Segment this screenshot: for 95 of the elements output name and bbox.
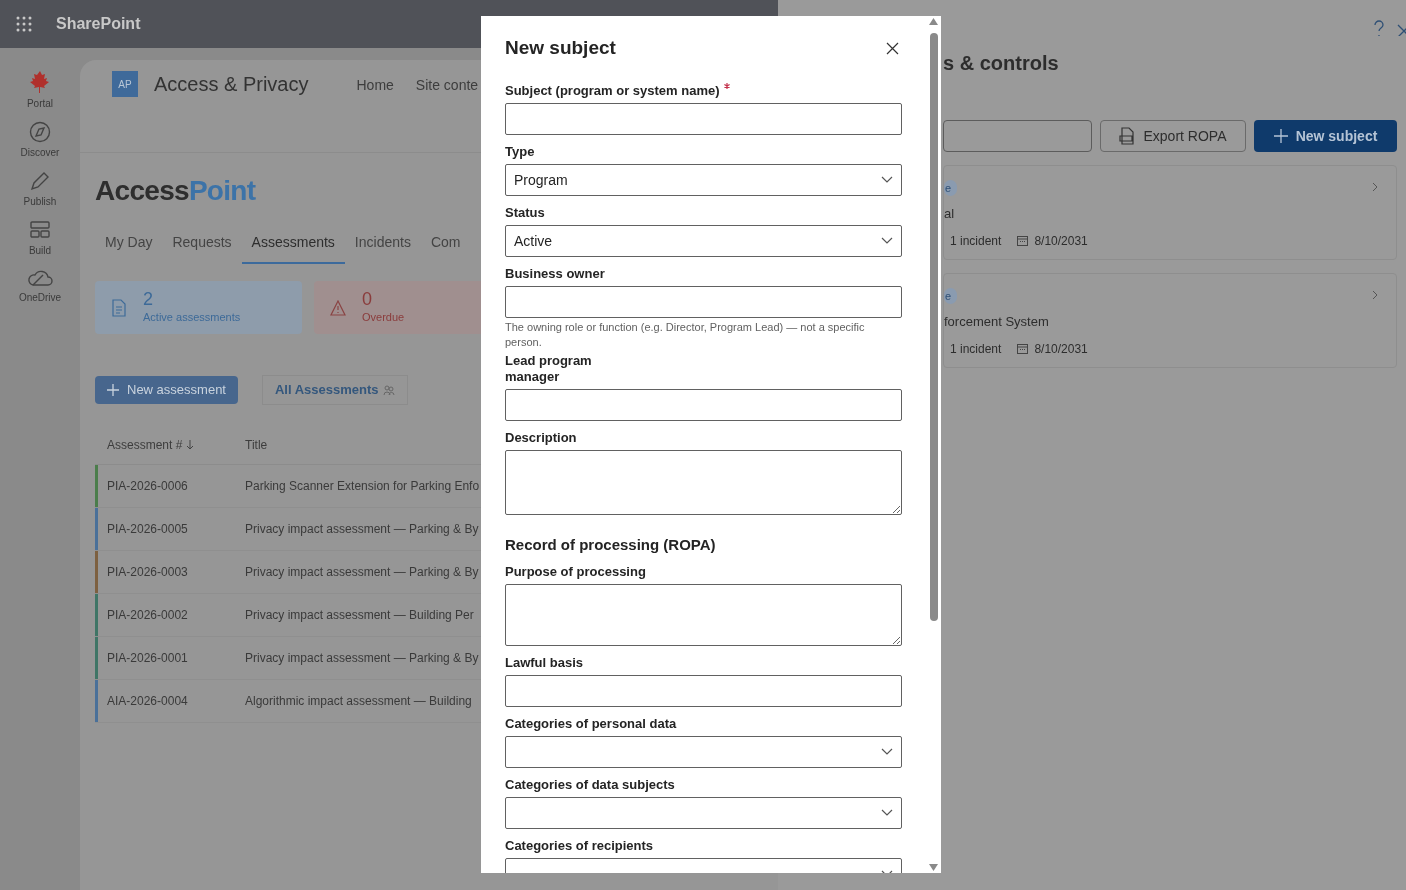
tab[interactable]: Incidents bbox=[344, 232, 421, 264]
incident-count: 1 incident bbox=[950, 233, 1002, 249]
tab[interactable]: Requests bbox=[162, 232, 242, 264]
brand-logo: AccessPoint bbox=[95, 175, 256, 206]
table-cell-text: PIA-2026-0003 bbox=[106, 564, 189, 580]
nav-link[interactable]: Home bbox=[356, 75, 394, 95]
pdf-document-icon bbox=[1119, 127, 1136, 145]
status-badge: e bbox=[944, 180, 958, 196]
new-assessment-button[interactable]: New assessment bbox=[95, 376, 238, 404]
table-cell: Privacy impact assessment — Parking & By bbox=[245, 521, 479, 537]
subject-name: forcement System bbox=[944, 313, 1049, 331]
subject-name: al bbox=[944, 205, 955, 223]
plus-icon bbox=[107, 384, 119, 396]
site-logo: AP bbox=[112, 71, 138, 97]
tab[interactable]: Com bbox=[420, 232, 471, 264]
close-icon[interactable] bbox=[886, 41, 899, 55]
warning-icon bbox=[330, 299, 346, 316]
column-header[interactable]: Assessment # bbox=[95, 436, 245, 453]
nav-link[interactable]: Site conte bbox=[415, 75, 479, 95]
field-label: Business owner bbox=[505, 265, 605, 282]
dropdown[interactable]: Program bbox=[505, 163, 902, 196]
table-cell: Privacy impact assessment — Parking & By bbox=[245, 564, 479, 580]
field-label: Subject (program or system name) bbox=[505, 82, 720, 99]
rail-item[interactable]: Build bbox=[12, 219, 68, 258]
tab[interactable]: Assessments bbox=[241, 232, 345, 264]
column-header[interactable]: Title bbox=[245, 436, 268, 453]
export-button[interactable]: Export ROPA bbox=[1100, 120, 1246, 152]
section-heading: Record of processing (ROPA) bbox=[505, 534, 717, 555]
panel-title: s & controls bbox=[943, 51, 1060, 76]
chevron-right-icon[interactable] bbox=[1372, 290, 1378, 300]
incident-count: 1 incident bbox=[950, 341, 1002, 357]
pen-icon bbox=[29, 170, 51, 192]
scrollbar-thumb[interactable] bbox=[929, 33, 938, 621]
app-launcher-icon[interactable] bbox=[16, 16, 32, 32]
rail-item[interactable]: Portal bbox=[12, 70, 68, 111]
table-cell: Algorithmic impact assessment — Building bbox=[245, 693, 472, 709]
scroll-up-icon[interactable] bbox=[929, 18, 938, 25]
search-field[interactable] bbox=[943, 120, 1092, 152]
calendar-icon bbox=[1017, 344, 1029, 354]
table-cell: Parking Scanner Extension for Parking Enfo bbox=[245, 478, 480, 494]
table-cell: Privacy impact assessment — Building Per bbox=[245, 607, 474, 623]
layout-icon bbox=[29, 219, 51, 241]
table-cell-text: PIA-2026-0006 bbox=[106, 478, 189, 494]
calendar-icon bbox=[1017, 236, 1029, 246]
field-label: Status bbox=[505, 204, 545, 221]
stat-label: Overdue bbox=[362, 310, 405, 326]
plus-icon bbox=[1273, 129, 1288, 143]
chevron-right-icon[interactable] bbox=[1372, 182, 1378, 192]
table-cell-text: PIA-2026-0005 bbox=[106, 521, 189, 537]
field-label: Categories of recipients bbox=[505, 838, 654, 854]
field-label: Lawful basis bbox=[505, 655, 584, 671]
field-label: Lead program manager bbox=[505, 352, 593, 385]
dropdown[interactable] bbox=[505, 736, 902, 768]
people-icon bbox=[382, 384, 395, 396]
help-icon[interactable] bbox=[1373, 20, 1385, 38]
input-field[interactable] bbox=[505, 102, 902, 135]
subject-card[interactable]: e forcement System 1 incident 8/10/2031 bbox=[943, 273, 1397, 368]
date: 8/10/2031 bbox=[1034, 233, 1088, 249]
rail-item[interactable]: Publish bbox=[12, 170, 68, 209]
text-area[interactable] bbox=[505, 584, 902, 646]
field-label: Description bbox=[505, 429, 577, 446]
field-label: Type bbox=[505, 143, 535, 160]
input-field[interactable] bbox=[505, 285, 902, 318]
stat-value: 2 bbox=[143, 289, 154, 310]
field-label: Categories of personal data bbox=[505, 716, 677, 732]
input-field[interactable] bbox=[505, 675, 902, 707]
table-cell-text: AIA-2026-0004 bbox=[106, 693, 189, 709]
cloud-icon bbox=[27, 268, 53, 288]
table-cell-text: PIA-2026-0001 bbox=[106, 650, 189, 666]
dropdown[interactable]: Active bbox=[505, 224, 902, 257]
table-cell-text: PIA-2026-0002 bbox=[106, 607, 189, 623]
tab[interactable]: My Day bbox=[95, 232, 163, 264]
stat-value: 0 bbox=[362, 289, 373, 310]
app-title: SharePoint bbox=[56, 14, 141, 34]
view-selector[interactable]: All Assessments bbox=[262, 375, 408, 405]
sort-down-icon bbox=[186, 439, 195, 450]
rail-item[interactable]: OneDrive bbox=[12, 268, 68, 305]
table-cell: Privacy impact assessment — Parking & By bbox=[245, 650, 479, 666]
rail-item[interactable]: Discover bbox=[12, 121, 68, 160]
dropdown[interactable] bbox=[505, 797, 902, 829]
date: 8/10/2031 bbox=[1034, 341, 1088, 357]
help-text: The owning role or function (e.g. Director, Program Lead) — not a specific person. bbox=[505, 319, 866, 350]
dialog-title: New subject bbox=[505, 36, 616, 60]
scroll-down-icon[interactable] bbox=[929, 864, 938, 871]
status-badge: e bbox=[944, 288, 958, 304]
compass-icon bbox=[29, 121, 51, 143]
document-icon bbox=[111, 298, 127, 317]
new-subject-button[interactable]: New subject bbox=[1254, 120, 1397, 152]
text-area[interactable] bbox=[505, 449, 902, 515]
field-label: Purpose of processing bbox=[505, 564, 646, 580]
stat-label: Active assessments bbox=[143, 310, 241, 326]
input-field[interactable] bbox=[505, 388, 902, 421]
site-title: Access & Privacy bbox=[154, 72, 309, 97]
field-label: Categories of data subjects bbox=[505, 777, 675, 793]
subject-card[interactable]: e al 1 incident 8/10/2031 bbox=[943, 165, 1397, 260]
